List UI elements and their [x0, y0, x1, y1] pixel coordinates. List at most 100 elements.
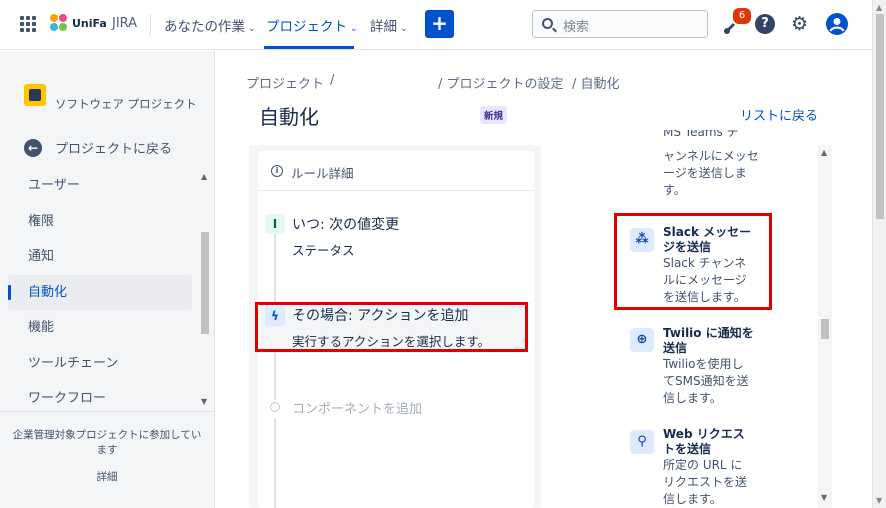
trigger-title[interactable]: いつ: 次の値変更	[292, 214, 399, 234]
back-to-project-label: プロジェクトに戻る	[55, 142, 173, 157]
info-icon: i	[271, 165, 283, 177]
rule-details-label: ルール詳細	[291, 166, 354, 181]
trigger-subtitle: ステータス	[292, 243, 355, 258]
breadcrumb-projects[interactable]: プロジェクト	[246, 73, 324, 92]
new-badge: 新規	[480, 106, 508, 124]
nav-projects[interactable]: プロジェクト ⌄	[266, 15, 358, 35]
product-name[interactable]: JIRA	[112, 16, 137, 31]
sidebar-item-permissions[interactable]: 権限	[8, 204, 192, 240]
app-switcher-icon[interactable]	[20, 16, 36, 32]
scroll-down-arrow-icon[interactable]: ▼	[201, 397, 207, 406]
user-icon	[829, 18, 845, 32]
notification-badge: 6	[731, 6, 753, 26]
twilio-desc-line: 信します。	[663, 391, 722, 405]
scroll-down-arrow-icon[interactable]: ▼	[821, 493, 827, 502]
web-request-title-line: Web リクエス	[663, 427, 745, 441]
sidebar-item-workflows[interactable]: ワークフロー	[8, 381, 192, 411]
action-item-teams[interactable]: ャンネルにメッセ ージを送信しま す。	[663, 148, 763, 199]
web-request-desc-line: 所定の URL に	[663, 458, 743, 472]
user-avatar[interactable]	[826, 13, 848, 35]
chevron-down-icon: ⌄	[400, 24, 408, 34]
page-scrollbar[interactable]: ▲ ▼	[872, 0, 886, 508]
teams-title-line: MS Teams チ	[663, 130, 739, 139]
learn-more-link[interactable]: 詳細	[0, 469, 214, 484]
managed-project-notice: 企業管理対象プロジェクトに参加しています	[12, 429, 202, 456]
slack-desc-line: を送信します。	[663, 290, 746, 304]
teams-desc-line: す。	[663, 183, 686, 197]
twilio-title-line: Twilio に通知を	[663, 326, 754, 340]
search-input[interactable]: 検索	[532, 10, 708, 38]
chevron-down-icon: ⌄	[248, 24, 256, 34]
unifa-logo-icon	[50, 14, 68, 32]
search-placeholder: 検索	[563, 20, 590, 35]
lightning-bolt-icon: ϟ	[265, 306, 285, 326]
add-component-dot-icon	[270, 402, 280, 412]
sidebar-divider	[0, 411, 214, 412]
teams-item-title-partial: MS Teams チ	[663, 130, 803, 142]
nav-your-work[interactable]: あなたの作業 ⌄	[164, 15, 256, 35]
page-scroll-thumb[interactable]	[876, 14, 884, 219]
trigger-icon: Ⅰ	[265, 214, 285, 234]
breadcrumb-automation[interactable]: / 自動化	[572, 73, 620, 92]
sidebar-scroll-thumb[interactable]	[201, 232, 209, 334]
sidebar-scrollbar[interactable]: ▲ ▼	[198, 169, 212, 411]
sidebar-item-toolchain[interactable]: ツールチェーン	[8, 346, 192, 382]
slack-desc-line: Slack チャンネ	[663, 256, 747, 270]
twilio-desc-line: てSMS通知を送	[663, 374, 749, 388]
slack-desc-line: ルにメッセージ	[663, 273, 747, 287]
slack-title-line: ジを送信	[663, 240, 712, 254]
webhook-icon: ⚲	[630, 430, 654, 454]
arrow-left-icon: ←	[24, 138, 42, 157]
settings-gear-icon[interactable]: ⚙	[791, 13, 808, 35]
sidebar-item-notifications[interactable]: 通知	[8, 239, 192, 275]
search-icon	[542, 18, 553, 29]
nav-label: あなたの作業	[164, 19, 245, 35]
teams-desc-line: ージを送信しま	[663, 166, 747, 180]
twilio-title-line: 送信	[663, 341, 688, 355]
rule-flow-line	[274, 418, 276, 508]
nav-label: 詳細	[370, 19, 397, 35]
breadcrumb-separator: /	[330, 73, 335, 88]
slack-icon: ⁂	[630, 228, 654, 252]
nav-details[interactable]: 詳細 ⌄	[370, 15, 408, 35]
action-item-slack[interactable]: Slack メッセー ジを送信 Slack チャンネ ルにメッセージ を送信しま…	[663, 225, 763, 306]
back-to-list-link[interactable]: リストに戻る	[740, 105, 818, 124]
nav-label: プロジェクト	[266, 19, 347, 35]
chevron-down-icon: ⌄	[350, 24, 358, 34]
web-request-desc-line: 信します。	[663, 492, 722, 506]
project-type-label: ソフトウェア プロジェクト	[55, 97, 197, 111]
action-step-subtitle: 実行するアクションを選択します。	[292, 334, 491, 349]
settings-nav-list: ユーザー 権限 通知 自動化 機能 ツールチェーン ワークフロー	[8, 168, 192, 411]
sidebar-item-features[interactable]: 機能	[8, 310, 192, 346]
action-picker-scrollbar[interactable]: ▲ ▼	[818, 145, 832, 508]
logo-text: UniFa	[72, 16, 107, 30]
project-sidebar: ソフトウェア プロジェクト ← プロジェクトに戻る ユーザー 権限 通知 自動化…	[0, 51, 215, 508]
action-item-web-request[interactable]: Web リクエス トを送信 所定の URL に リクエストを送 信します。	[663, 427, 763, 508]
teams-desc-line: ャンネルにメッセ	[663, 149, 759, 163]
action-picker-scroll-thumb[interactable]	[821, 319, 829, 339]
add-component-link[interactable]: コンポーネントを追加	[292, 398, 422, 417]
scroll-up-arrow-icon[interactable]: ▲	[821, 148, 827, 157]
twilio-desc-line: Twilioを使用し	[663, 357, 744, 371]
help-button[interactable]: ?	[755, 14, 775, 34]
twilio-icon: ⊕	[630, 328, 654, 352]
web-request-desc-line: リクエストを送	[663, 475, 748, 489]
scroll-down-arrow-icon[interactable]: ▼	[876, 496, 882, 505]
back-to-project-link[interactable]: ← プロジェクトに戻る	[24, 138, 172, 157]
nav-divider	[150, 14, 151, 36]
top-navigation: UniFa JIRA あなたの作業 ⌄ プロジェクト ⌄ 詳細 ⌄ + 検索 6 ? …	[0, 0, 872, 50]
sidebar-item-users[interactable]: ユーザー	[8, 168, 192, 204]
slack-title-line: Slack メッセー	[663, 225, 752, 239]
page-title: 自動化	[259, 105, 319, 129]
project-avatar-icon	[24, 84, 46, 106]
scroll-up-arrow-icon[interactable]: ▲	[201, 172, 207, 181]
action-step-title[interactable]: その場合: アクションを追加	[292, 305, 468, 325]
company-logo[interactable]: UniFa	[50, 14, 107, 32]
active-nav-indicator	[264, 46, 354, 49]
web-request-title-line: トを送信	[663, 442, 712, 456]
create-button[interactable]: +	[425, 10, 454, 38]
scroll-up-arrow-icon[interactable]: ▲	[876, 3, 882, 12]
sidebar-item-automation[interactable]: 自動化	[8, 274, 192, 310]
action-item-twilio[interactable]: Twilio に通知を 送信 Twilioを使用し てSMS通知を送 信します。	[663, 326, 763, 407]
breadcrumb-project-settings[interactable]: / プロジェクトの設定	[438, 73, 564, 92]
